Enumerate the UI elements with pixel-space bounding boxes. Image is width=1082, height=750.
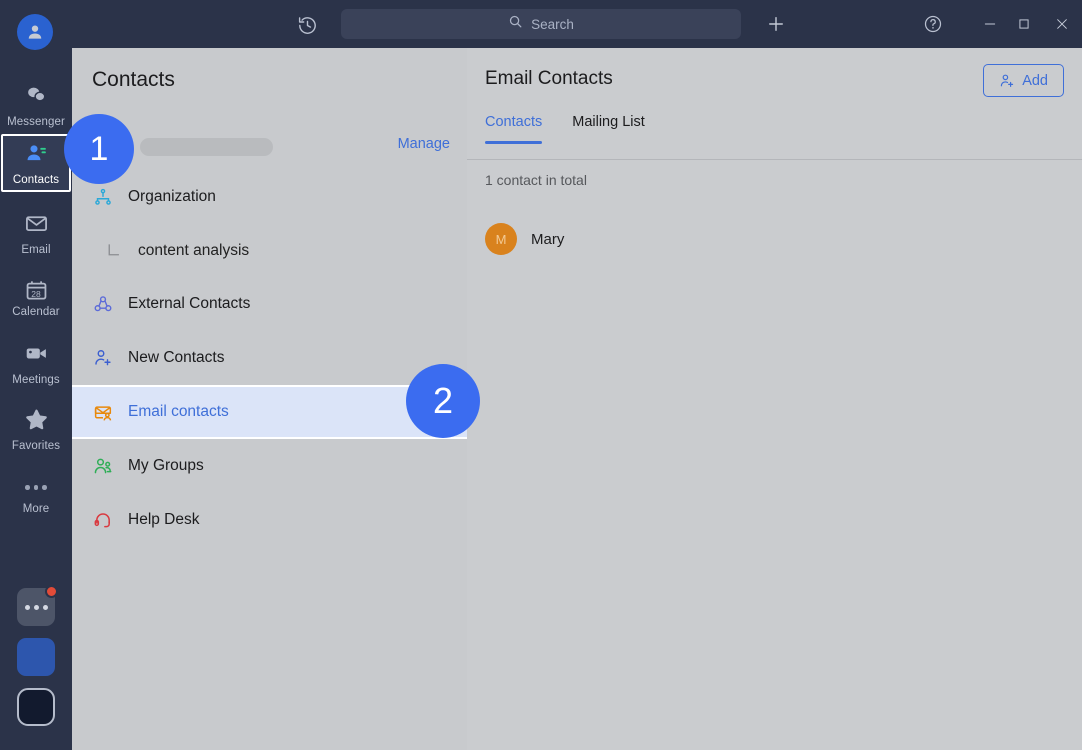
plus-icon[interactable] bbox=[764, 12, 788, 36]
step-badge-1-number: 1 bbox=[90, 130, 109, 169]
content-surface: Contacts Manage Organization bbox=[72, 48, 1082, 750]
person-add-icon bbox=[999, 73, 1015, 89]
tabs-divider bbox=[467, 159, 1082, 160]
tab-mailing-list-label: Mailing List bbox=[572, 114, 645, 130]
more-dot bbox=[34, 605, 39, 610]
calendar-day-number: 28 bbox=[24, 289, 49, 299]
rail-label-calendar: Calendar bbox=[12, 306, 59, 318]
sidebar-label-organization: Organization bbox=[128, 188, 216, 206]
video-camera-icon bbox=[24, 341, 49, 371]
app-rail: Messenger Contacts Email bbox=[0, 0, 72, 750]
search-input[interactable]: Search bbox=[341, 9, 741, 39]
more-dot bbox=[25, 605, 30, 610]
panel-tabs: Contacts Mailing List bbox=[485, 114, 645, 144]
notification-badge bbox=[45, 585, 58, 598]
tab-mailing-list[interactable]: Mailing List bbox=[572, 114, 645, 144]
calendar-icon: 28 bbox=[24, 278, 49, 303]
rail-item-messenger[interactable]: Messenger bbox=[1, 76, 71, 134]
ellipsis-icon bbox=[25, 475, 47, 500]
sidebar-label-external-contacts: External Contacts bbox=[128, 295, 250, 313]
more-dot bbox=[43, 605, 48, 610]
sidebar-item-my-groups[interactable]: My Groups bbox=[72, 439, 467, 493]
rail-label-more: More bbox=[23, 503, 50, 515]
rail-item-favorites[interactable]: Favorites bbox=[1, 400, 71, 458]
group-people-icon bbox=[92, 455, 114, 477]
email-panel-title: Email Contacts bbox=[485, 68, 613, 90]
branch-icon bbox=[102, 240, 124, 262]
app-more-icon[interactable] bbox=[17, 588, 55, 626]
app-window: Search bbox=[0, 0, 1082, 750]
rail-label-messenger: Messenger bbox=[7, 116, 65, 128]
tab-contacts[interactable]: Contacts bbox=[485, 114, 542, 144]
sidebar-label-new-contacts: New Contacts bbox=[128, 349, 224, 367]
contact-name: Mary bbox=[531, 231, 564, 248]
rail-item-more[interactable]: More bbox=[1, 466, 71, 524]
user-avatar-icon[interactable] bbox=[17, 14, 53, 50]
redacted-org-name bbox=[140, 138, 273, 156]
close-button[interactable] bbox=[1050, 12, 1074, 36]
headset-icon bbox=[92, 509, 114, 531]
sidebar-label-help-desk: Help Desk bbox=[128, 511, 200, 529]
contacts-nav-list: Organization content analysis bbox=[72, 170, 467, 547]
avatar: M bbox=[485, 223, 517, 255]
sidebar-label-my-groups: My Groups bbox=[128, 457, 204, 475]
minimize-button[interactable] bbox=[978, 12, 1002, 36]
outline-app-icon[interactable] bbox=[17, 688, 55, 726]
sidebar-item-new-contacts[interactable]: New Contacts bbox=[72, 331, 467, 385]
star-icon bbox=[24, 407, 49, 437]
sidebar-item-external-contacts[interactable]: External Contacts bbox=[72, 277, 467, 331]
org-tree-icon bbox=[92, 186, 114, 208]
avatar-initial: M bbox=[496, 232, 507, 247]
sidebar-item-help-desk[interactable]: Help Desk bbox=[72, 493, 467, 547]
rail-label-favorites: Favorites bbox=[12, 440, 60, 452]
contacts-person-icon bbox=[24, 141, 49, 171]
rail-label-meetings: Meetings bbox=[12, 374, 59, 386]
page-title: Contacts bbox=[92, 68, 175, 92]
rail-label-email: Email bbox=[21, 244, 50, 256]
step-badge-2: 2 bbox=[406, 364, 480, 438]
title-bar: Search bbox=[0, 0, 1082, 48]
blue-app-icon[interactable] bbox=[17, 638, 55, 676]
step-badge-1: 1 bbox=[64, 114, 134, 184]
envelope-icon bbox=[24, 211, 49, 241]
search-placeholder: Search bbox=[531, 17, 574, 32]
rail-item-contacts[interactable]: Contacts bbox=[1, 134, 71, 192]
add-button-label: Add bbox=[1022, 73, 1048, 89]
chat-bubbles-icon bbox=[24, 83, 49, 113]
sidebar-label-email-contacts: Email contacts bbox=[128, 403, 229, 421]
rail-item-email[interactable]: Email bbox=[1, 204, 71, 262]
external-contacts-icon bbox=[92, 293, 114, 315]
search-icon bbox=[508, 14, 523, 34]
rail-label-contacts: Contacts bbox=[13, 174, 59, 186]
contact-count-text: 1 contact in total bbox=[485, 172, 587, 188]
maximize-button[interactable] bbox=[1012, 12, 1036, 36]
sidebar-item-organization[interactable]: Organization bbox=[72, 170, 467, 224]
rail-item-calendar[interactable]: 28 Calendar bbox=[1, 269, 71, 327]
person-add-icon bbox=[92, 347, 114, 369]
step-badge-2-number: 2 bbox=[433, 380, 453, 422]
sidebar-label-content-analysis: content analysis bbox=[138, 242, 249, 260]
rail-item-meetings[interactable]: Meetings bbox=[1, 334, 71, 392]
email-contact-icon bbox=[92, 401, 114, 423]
manage-link[interactable]: Manage bbox=[398, 136, 450, 152]
tab-contacts-label: Contacts bbox=[485, 114, 542, 130]
list-item[interactable]: M Mary bbox=[479, 216, 1069, 262]
help-circle-icon[interactable] bbox=[921, 12, 945, 36]
sidebar-item-content-analysis[interactable]: content analysis bbox=[72, 224, 467, 277]
history-clock-icon[interactable] bbox=[294, 12, 320, 38]
add-button[interactable]: Add bbox=[983, 64, 1064, 97]
email-contacts-panel: Email Contacts Add Contacts Ma bbox=[467, 48, 1082, 750]
